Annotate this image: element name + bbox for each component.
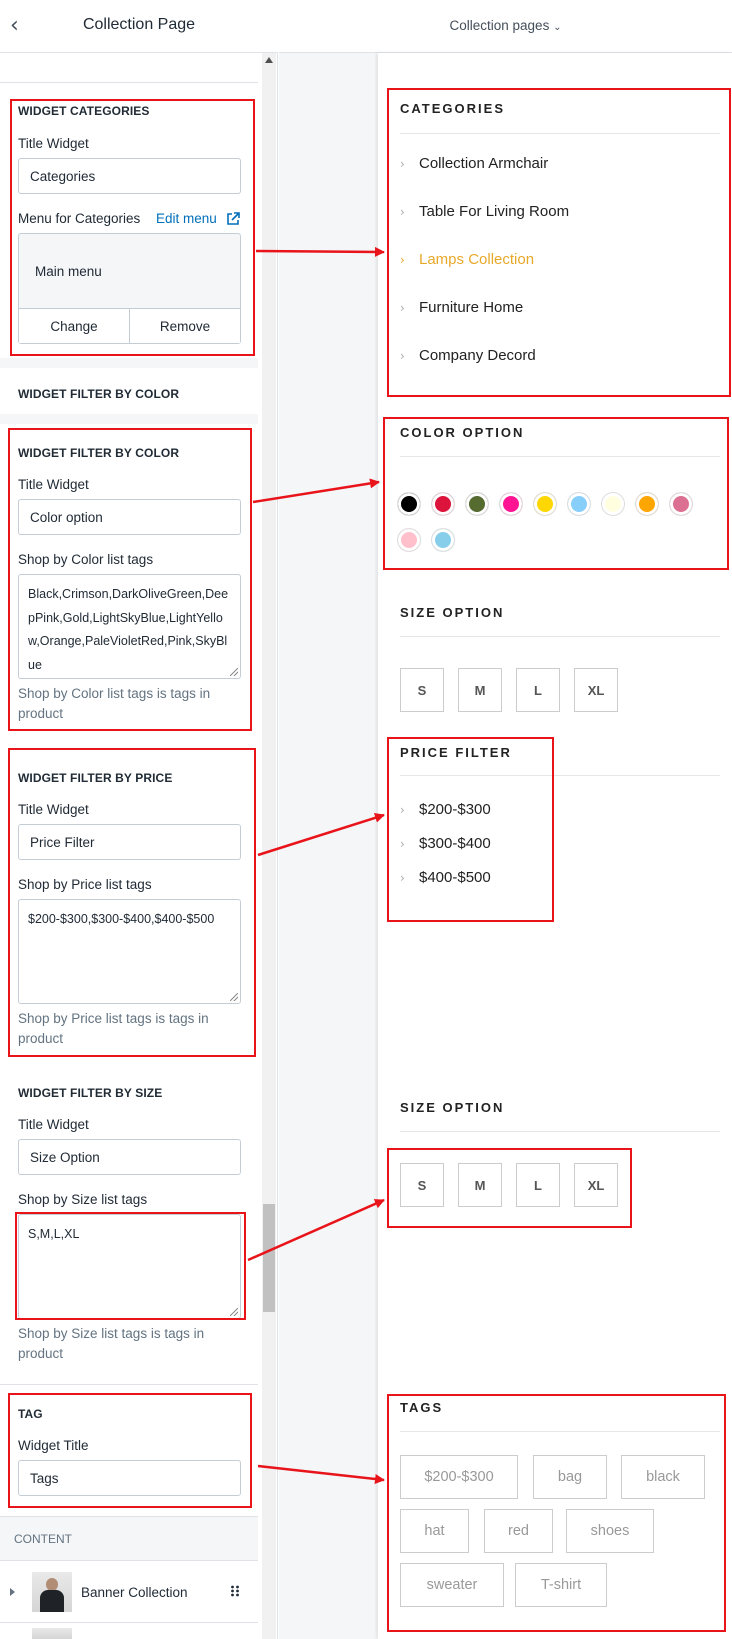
widget-rule	[400, 1131, 720, 1132]
size-tags-label: Shop by Size list tags	[18, 1192, 148, 1207]
preview-toolbar: Collection pages ⌄	[279, 0, 732, 53]
size-title-input[interactable]: Size Option	[18, 1139, 241, 1175]
panel-header: ‹ Collection Page	[0, 0, 278, 53]
annotation-box	[15, 1212, 246, 1320]
annotation-box	[8, 1393, 252, 1508]
section-separator	[0, 414, 258, 424]
drag-handle-icon[interactable]	[230, 1584, 240, 1598]
annotation-box	[383, 417, 729, 570]
scroll-up-icon[interactable]	[265, 57, 273, 63]
divider	[0, 82, 258, 83]
preview-background	[279, 53, 378, 1639]
widget-title-size: SIZE OPTION	[400, 605, 505, 620]
page-selector[interactable]: Collection pages ⌄	[279, 18, 732, 33]
section-heading-color-collapsed[interactable]: WIDGET FILTER BY COLOR	[18, 387, 179, 401]
scrollbar-thumb[interactable]	[263, 1204, 275, 1312]
annotation-box	[387, 1394, 726, 1632]
divider	[0, 1384, 258, 1385]
size-option[interactable]: M	[458, 668, 502, 712]
size-tags-help: Shop by Size list tags is tags in produc…	[18, 1326, 205, 1361]
content-header: CONTENT	[0, 1516, 258, 1561]
annotation-box	[10, 99, 255, 356]
next-item-thumbnail	[32, 1628, 72, 1639]
widget-title-size: SIZE OPTION	[400, 1100, 505, 1115]
content-heading: CONTENT	[14, 1532, 72, 1546]
expand-arrow-icon[interactable]	[10, 1588, 15, 1596]
scrollbar-track[interactable]	[262, 53, 276, 1639]
section-heading-size: WIDGET FILTER BY SIZE	[18, 1086, 163, 1100]
chevron-down-icon: ⌄	[553, 22, 562, 33]
size-option[interactable]: S	[400, 668, 444, 712]
page-selector-label: Collection pages	[449, 18, 550, 33]
section-separator	[0, 358, 258, 368]
annotation-box	[8, 748, 256, 1057]
divider	[0, 1622, 258, 1623]
panel-title: Collection Page	[82, 16, 196, 33]
annotation-box	[387, 1148, 632, 1228]
widget-rule	[400, 636, 720, 637]
size-option[interactable]: XL	[574, 668, 618, 712]
annotation-box	[8, 428, 252, 731]
banner-thumbnail	[32, 1572, 72, 1612]
size-title-label: Title Widget	[18, 1117, 89, 1132]
annotation-box	[387, 737, 554, 922]
annotation-box	[387, 88, 731, 397]
size-option[interactable]: L	[516, 668, 560, 712]
banner-collection-item[interactable]: Banner Collection	[81, 1585, 188, 1600]
